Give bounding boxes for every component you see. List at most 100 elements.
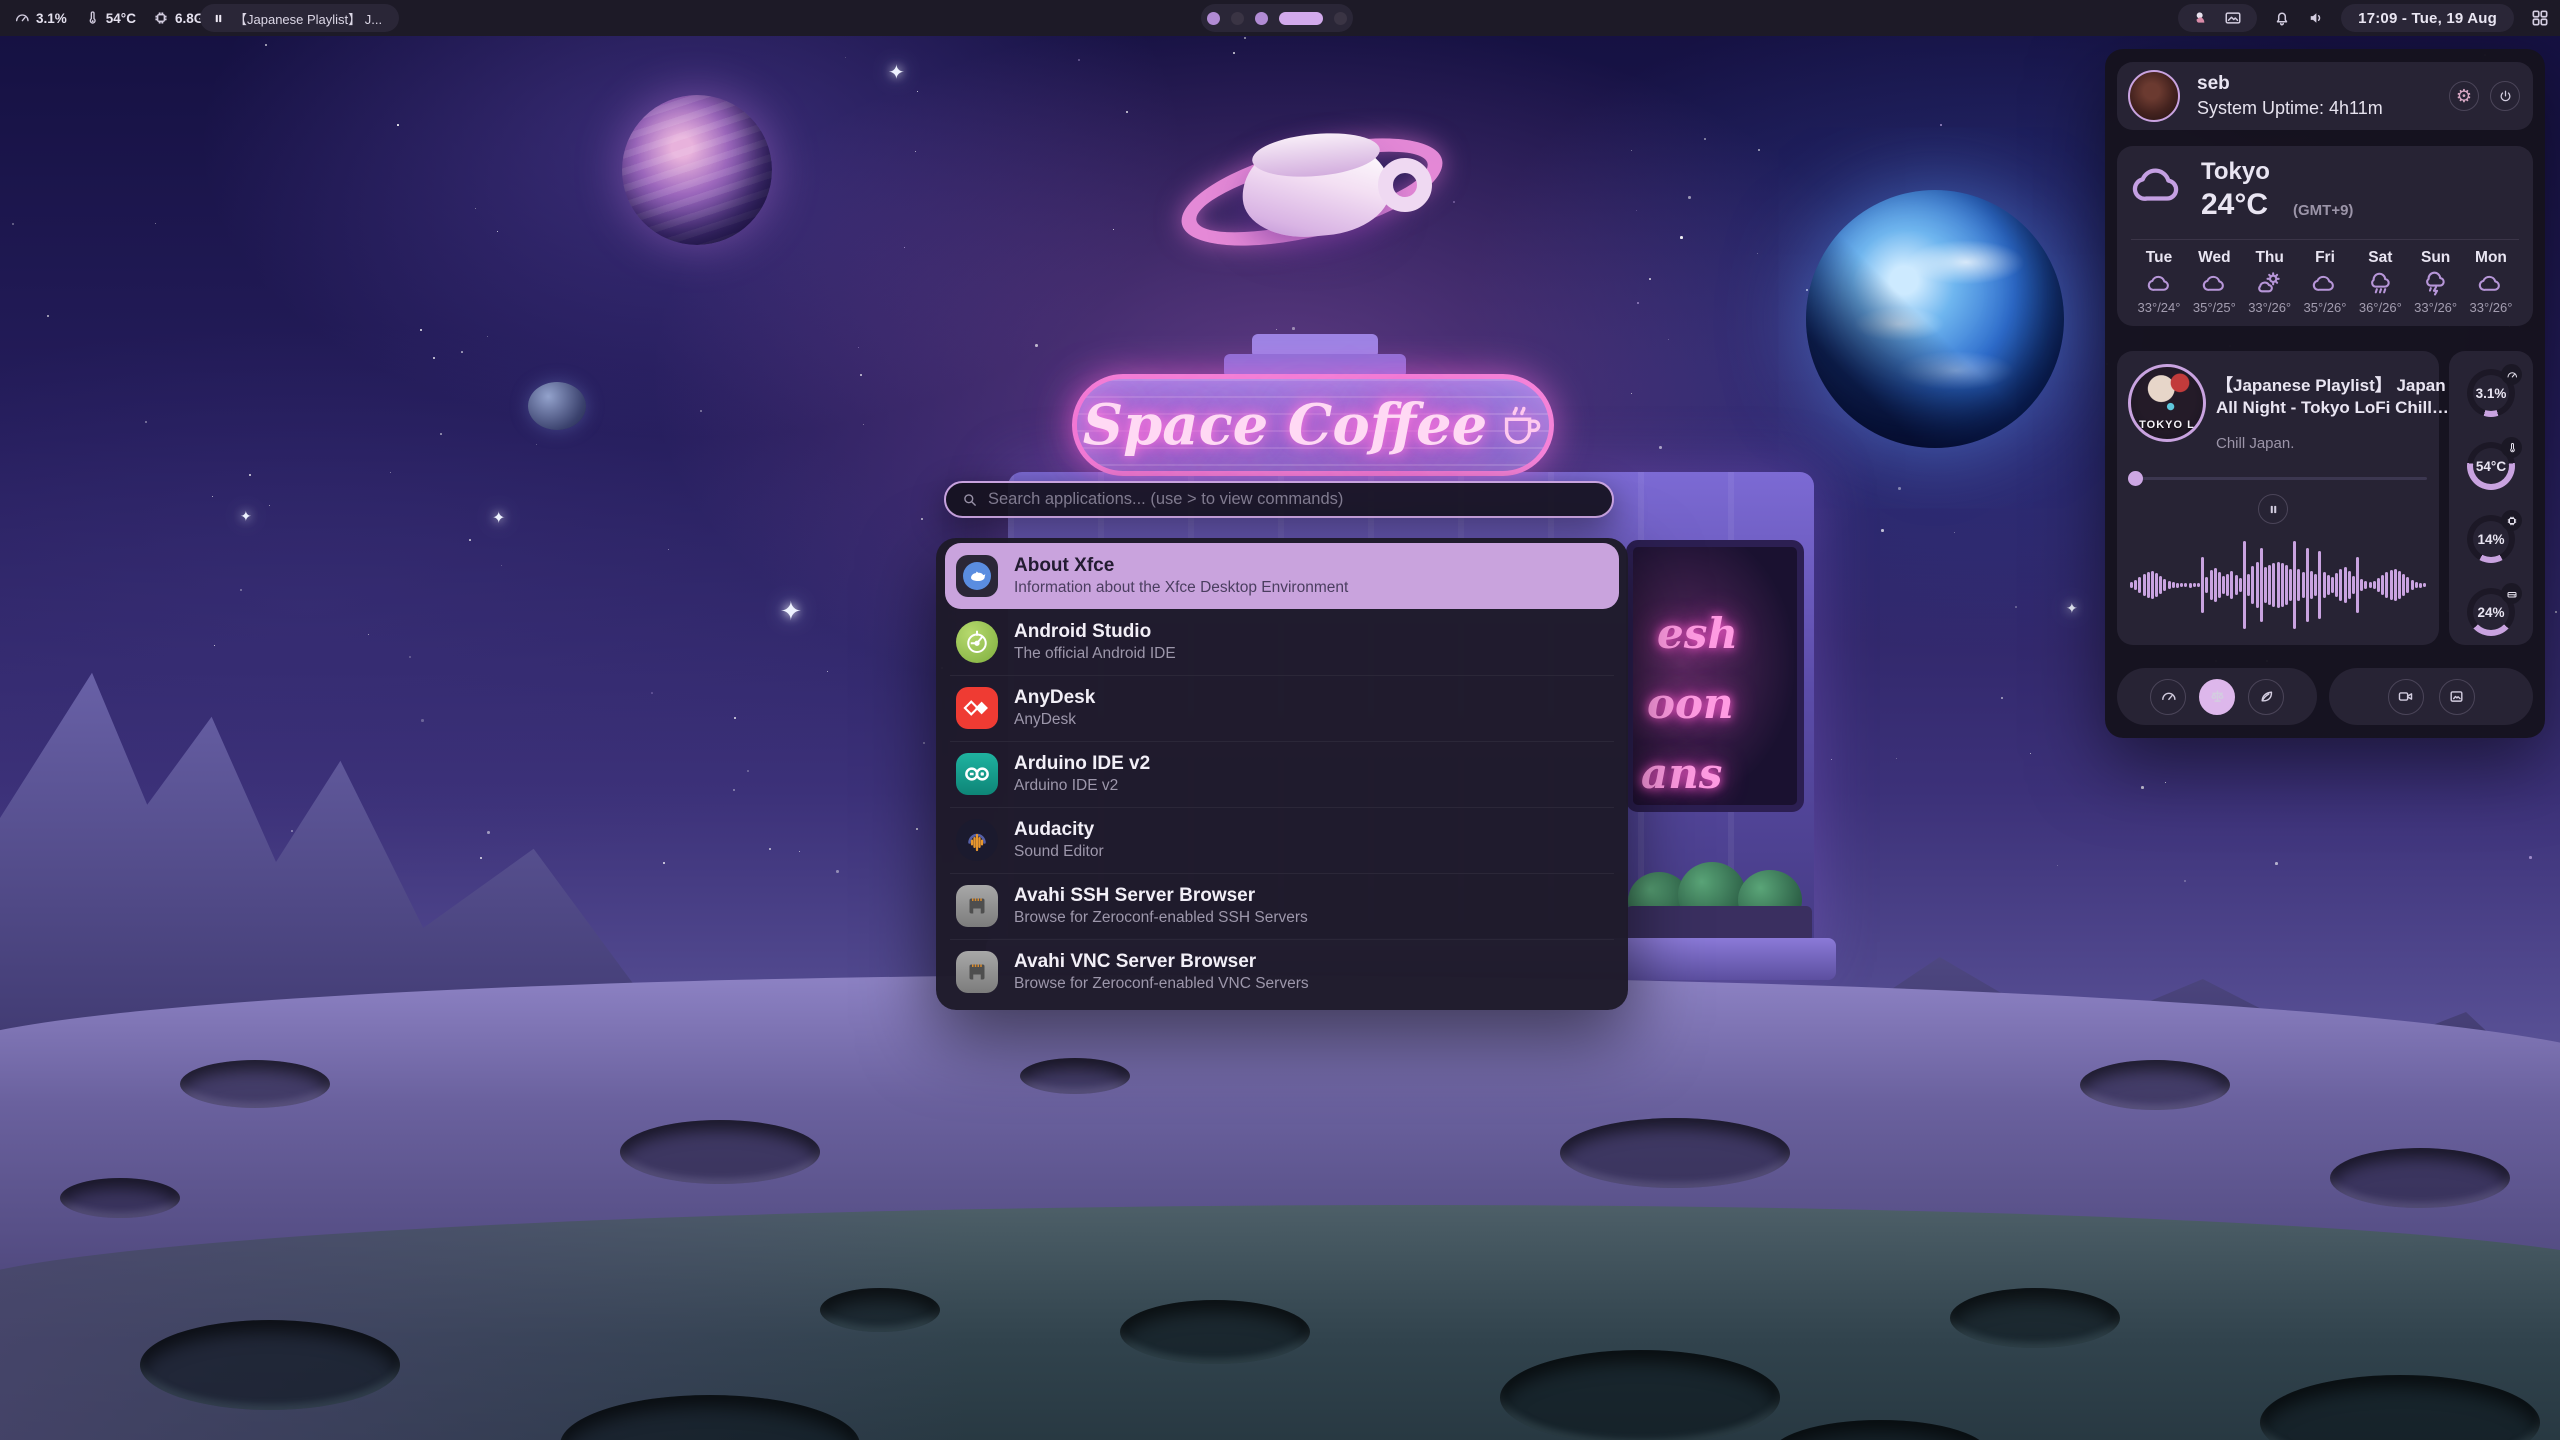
star <box>397 124 399 126</box>
waveform-bar <box>2406 577 2409 593</box>
star <box>916 828 918 830</box>
star <box>1636 210 1637 211</box>
star <box>1659 446 1662 449</box>
cpu-usage-stat: 3.1% <box>14 10 67 26</box>
workspace-dot[interactable] <box>1255 12 1268 25</box>
clock[interactable]: 17:09 - Tue, 19 Aug <box>2341 4 2514 32</box>
result-title: Arduino IDE v2 <box>1014 753 1150 775</box>
waveform-bar <box>2385 572 2388 598</box>
waveform-bar <box>2218 572 2221 598</box>
network-jack-icon <box>956 885 998 927</box>
star <box>1896 758 1897 759</box>
now-playing-pill[interactable]: 【Japanese Playlist】 J... <box>200 4 399 32</box>
settings-button[interactable]: ⚙ <box>2449 81 2479 111</box>
waveform-bar <box>2411 580 2414 590</box>
waveform-bar <box>2327 575 2330 595</box>
memory-gauge: 14% <box>2449 503 2533 576</box>
search-input[interactable] <box>988 490 1597 509</box>
workspace-dot[interactable] <box>1207 12 1220 25</box>
result-subtitle: Arduino IDE v2 <box>1014 777 1150 795</box>
balanced-profile-button[interactable] <box>2199 679 2235 715</box>
launcher-result-anydesk[interactable]: AnyDesk AnyDesk <box>945 675 1619 741</box>
forecast-temps: 33°/26° <box>2470 300 2513 315</box>
sparkle-star: ✦ <box>240 508 252 525</box>
tray-app-icon[interactable] <box>2193 10 2209 26</box>
weather-storm-icon <box>2423 271 2448 296</box>
performance-profile-button[interactable] <box>2150 679 2186 715</box>
seek-bar[interactable] <box>2129 477 2427 480</box>
crater <box>60 1178 180 1218</box>
volume-icon[interactable] <box>2307 9 2325 27</box>
seek-knob[interactable] <box>2128 471 2143 486</box>
top-panel-right: 17:09 - Tue, 19 Aug <box>2178 0 2550 36</box>
star <box>1453 201 1455 203</box>
workspace-dot[interactable] <box>1334 12 1347 25</box>
waveform-bar <box>2302 572 2305 598</box>
forecast-day: Sun 33°/26° <box>2410 247 2462 318</box>
disk-gauge: 24% <box>2449 576 2533 649</box>
chip-icon <box>153 10 169 26</box>
star <box>2030 753 2031 754</box>
powersave-profile-button[interactable] <box>2248 679 2284 715</box>
notifications-bell-icon[interactable] <box>2273 9 2291 27</box>
waveform-bar <box>2331 577 2334 593</box>
waveform-bar <box>2134 580 2137 590</box>
screenshot-button[interactable] <box>2439 679 2475 715</box>
audacity-icon <box>956 819 998 861</box>
desktop: ✦ ✦ ✦ ✦ ✦ ✦ esh oon ans Space Coffee <box>0 0 2560 1440</box>
system-tray <box>2178 4 2257 32</box>
crater <box>1500 1350 1780 1440</box>
launcher-result-avahi-ssh[interactable]: Avahi SSH Server Browser Browse for Zero… <box>945 873 1619 939</box>
star <box>12 223 14 225</box>
launcher-result-avahi-vnc[interactable]: Avahi VNC Server Browser Browse for Zero… <box>945 939 1619 1005</box>
star <box>769 848 771 850</box>
speedometer-icon <box>14 10 30 26</box>
launcher-result-arduino[interactable]: Arduino IDE v2 Arduino IDE v2 <box>945 741 1619 807</box>
workspace-dot[interactable] <box>1231 12 1244 25</box>
weather-sun-cloud-icon <box>2257 271 2282 296</box>
weather-rain-icon <box>2368 271 2393 296</box>
crater <box>820 1288 940 1332</box>
window-neon-text: ans <box>1641 739 1797 809</box>
launcher-result-audacity[interactable]: Audacity Sound Editor <box>945 807 1619 873</box>
waveform-bar <box>2268 565 2271 605</box>
waveform-bar <box>2201 557 2204 613</box>
waveform-bar <box>2297 569 2300 601</box>
purple-planet <box>622 95 772 245</box>
result-subtitle: Browse for Zeroconf-enabled SSH Servers <box>1014 909 1308 927</box>
clock-label: 17:09 - Tue, 19 Aug <box>2358 10 2497 27</box>
user-name: seb <box>2197 73 2230 95</box>
album-art-text: TOKYO L <box>2131 419 2203 431</box>
waveform-bar <box>2356 557 2359 613</box>
avatar <box>2128 70 2180 122</box>
launcher-results: About Xfce Information about the Xfce De… <box>936 538 1628 1010</box>
waveform-bar <box>2155 573 2158 597</box>
star <box>915 151 916 152</box>
forecast-temps: 35°/26° <box>2304 300 2347 315</box>
power-button[interactable] <box>2490 81 2520 111</box>
result-title: Android Studio <box>1014 621 1176 643</box>
star <box>390 472 391 473</box>
image-tray-icon[interactable] <box>2224 9 2242 27</box>
sparkle-star: ✦ <box>888 60 905 85</box>
workspace-dot[interactable] <box>1279 12 1323 25</box>
forecast-day-label: Fri <box>2315 249 2335 267</box>
app-grid-icon[interactable] <box>2530 8 2550 28</box>
star <box>2555 611 2557 613</box>
pause-button[interactable] <box>2258 494 2288 524</box>
waveform-bar <box>2373 581 2376 589</box>
network-jack-icon <box>956 951 998 993</box>
launcher-result-about-xfce[interactable]: About Xfce Information about the Xfce De… <box>945 543 1619 609</box>
track-title: 【Japanese Playlist】 Japan All Night - To… <box>2216 375 2449 419</box>
anydesk-icon <box>956 687 998 729</box>
star <box>1898 487 1901 490</box>
pause-icon <box>2268 504 2279 515</box>
forecast-row: Tue 33°/24° Wed 35°/25° Thu 33°/26° Fri <box>2129 247 2521 318</box>
star <box>433 357 435 359</box>
star <box>2165 782 2166 783</box>
launcher-result-android-studio[interactable]: Android Studio The official Android IDE <box>945 609 1619 675</box>
star <box>1680 236 1683 239</box>
waveform-bar <box>2310 571 2313 599</box>
weather-cloud-icon <box>2202 271 2227 296</box>
screen-record-button[interactable] <box>2388 679 2424 715</box>
